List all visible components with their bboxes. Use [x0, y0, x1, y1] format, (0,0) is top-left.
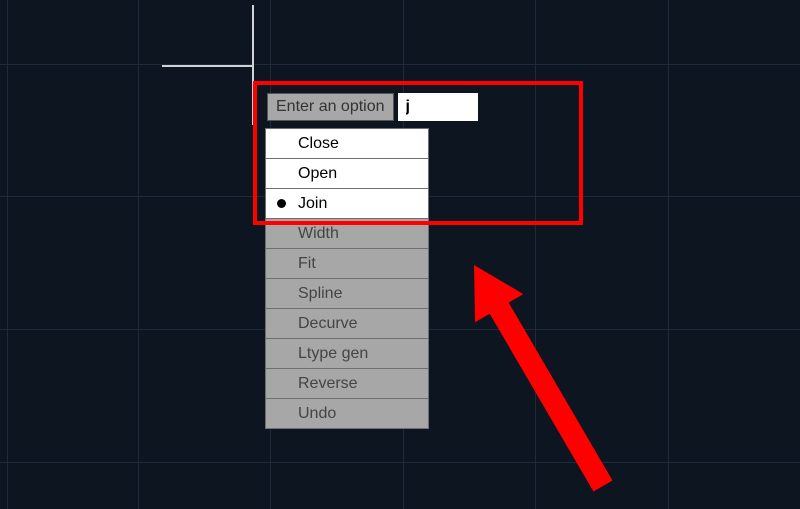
menu-item-undo[interactable]: Undo: [265, 398, 429, 429]
menu-item-label: Undo: [296, 405, 336, 423]
prompt-label: Enter an option: [267, 93, 394, 121]
menu-item-open[interactable]: Open: [265, 158, 429, 189]
menu-item-label: Fit: [296, 255, 316, 273]
menu-item-ltype-gen[interactable]: Ltype gen: [265, 338, 429, 369]
prompt-input[interactable]: [398, 93, 478, 121]
menu-item-reverse[interactable]: Reverse: [265, 368, 429, 399]
menu-item-label: Reverse: [296, 375, 358, 393]
menu-item-label: Spline: [296, 285, 342, 303]
crosshair-horizontal: [162, 65, 252, 67]
option-menu: Close Open Join Width Fit Spline Decurve Ltype …: [265, 129, 429, 429]
menu-item-spline[interactable]: Spline: [265, 278, 429, 309]
bullet-icon: [266, 199, 296, 208]
menu-item-label: Decurve: [296, 315, 358, 333]
menu-item-label: Join: [296, 195, 327, 213]
menu-item-label: Close: [296, 135, 339, 153]
menu-item-label: Width: [296, 225, 339, 243]
menu-item-width[interactable]: Width: [265, 218, 429, 249]
crosshair-vertical: [252, 5, 254, 125]
menu-item-label: Ltype gen: [296, 345, 368, 363]
menu-item-close[interactable]: Close: [265, 128, 429, 159]
menu-item-fit[interactable]: Fit: [265, 248, 429, 279]
menu-item-join[interactable]: Join: [265, 188, 429, 219]
option-prompt: Enter an option: [267, 93, 478, 121]
menu-item-label: Open: [296, 165, 337, 183]
menu-item-decurve[interactable]: Decurve: [265, 308, 429, 339]
